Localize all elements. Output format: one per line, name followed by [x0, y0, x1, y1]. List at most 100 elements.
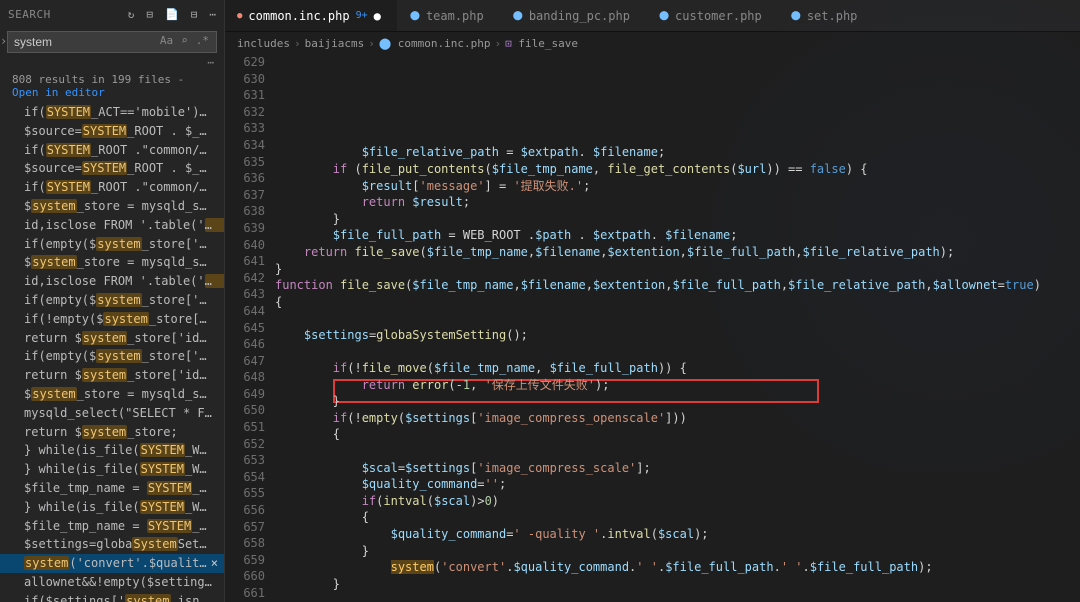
- results-count: 808 results in 199 files: [12, 73, 171, 86]
- search-result-item[interactable]: $file_tmp_name = SYSTEM_WEBROOT . $path …: [0, 517, 224, 536]
- search-result-item[interactable]: id,isclose FROM '.table('system_store').…: [0, 216, 224, 235]
- results-summary: 808 results in 199 files - Open in edito…: [0, 69, 224, 103]
- search-result-item[interactable]: system('convert'.$quality_command.' '.$f…: [0, 554, 224, 573]
- editor-tab[interactable]: ⬤set.php: [779, 0, 875, 31]
- search-result-item[interactable]: allownet&&!empty($settings['system_isnet…: [0, 573, 224, 592]
- code-line[interactable]: return $result;: [275, 194, 1080, 211]
- line-number: 640: [225, 237, 265, 254]
- line-number: 660: [225, 568, 265, 585]
- match-word-icon[interactable]: ⌕: [178, 34, 191, 47]
- editor-tab[interactable]: ●common.inc.php9+●: [225, 0, 398, 31]
- editor-tab[interactable]: ⬤team.php: [398, 0, 501, 31]
- tab-label: set.php: [807, 9, 858, 23]
- line-number: 650: [225, 402, 265, 419]
- code-line[interactable]: if (file_put_contents($file_tmp_name, fi…: [275, 161, 1080, 178]
- line-number: 632: [225, 104, 265, 121]
- search-result-item[interactable]: if(empty($system_store['id'])): [0, 291, 224, 310]
- code-line[interactable]: [275, 344, 1080, 361]
- code-line[interactable]: if(!empty($settings['image_compress_open…: [275, 410, 1080, 427]
- breadcrumb-item[interactable]: ⬤ common.inc.php: [379, 37, 491, 50]
- collapse-icon[interactable]: ⊟: [191, 8, 198, 21]
- expand-icon[interactable]: ›: [0, 34, 7, 48]
- search-result-item[interactable]: if($settings['system_isnetattach']==1): [0, 592, 224, 602]
- code-line[interactable]: [275, 310, 1080, 327]
- search-result-item[interactable]: $system_store = mysqld_select("SELECT * …: [0, 385, 224, 404]
- search-result-item[interactable]: id,isclose FROM '.table('system_store').…: [0, 272, 224, 291]
- line-number: 633: [225, 120, 265, 137]
- search-sidebar: SEARCH ↻ ⊟ 📄 ⊟ ⋯ › Aa ⌕ .* ⋯ 808 results…: [0, 0, 225, 602]
- code-area[interactable]: 6296306316326336346356366376386396406416…: [225, 54, 1080, 602]
- line-number: 631: [225, 87, 265, 104]
- search-result-item[interactable]: if(SYSTEM_ROOT ."common/template/mo...: [0, 141, 224, 160]
- search-result-item[interactable]: $source=SYSTEM_ROOT . $_CMS['module']."/…: [0, 159, 224, 178]
- regex-icon[interactable]: .*: [193, 34, 212, 47]
- new-search-icon[interactable]: 📄: [165, 8, 179, 21]
- clear-icon[interactable]: ⊟: [146, 8, 153, 21]
- code-line[interactable]: $quality_command=' -quality '.intval($sc…: [275, 526, 1080, 543]
- line-number: 659: [225, 552, 265, 569]
- code-line[interactable]: }: [275, 576, 1080, 593]
- breadcrumb[interactable]: includes›baijiacms›⬤ common.inc.php›⊡ fi…: [225, 32, 1080, 54]
- tab-label: banding_pc.php: [529, 9, 630, 23]
- code-line[interactable]: $file_full_path = WEB_ROOT .$path . $ext…: [275, 227, 1080, 244]
- code-line[interactable]: }: [275, 211, 1080, 228]
- more-icon[interactable]: ⋯: [209, 8, 216, 21]
- code-line[interactable]: return file_save($file_tmp_name,$filenam…: [275, 244, 1080, 261]
- code-line[interactable]: return error(-1, '保存上传文件失败');: [275, 377, 1080, 394]
- line-number: 647: [225, 353, 265, 370]
- search-result-item[interactable]: } while(is_file(SYSTEM_WEBROOT . $path .…: [0, 498, 224, 517]
- search-result-item[interactable]: return $system_store['id'];: [0, 366, 224, 385]
- code-line[interactable]: }: [275, 543, 1080, 560]
- search-result-item[interactable]: $settings=globaSystemSetting();: [0, 535, 224, 554]
- open-in-editor-link[interactable]: Open in editor: [12, 86, 105, 99]
- code-line[interactable]: [275, 443, 1080, 460]
- code-content[interactable]: $file_relative_path = $extpath. $filenam…: [275, 54, 1080, 602]
- search-result-item[interactable]: if(!empty($system_store['isclose'])): [0, 310, 224, 329]
- search-result-item[interactable]: $source=SYSTEM_ROOT . $_CMS['module']."/…: [0, 122, 224, 141]
- code-line[interactable]: $quality_command='';: [275, 476, 1080, 493]
- breadcrumb-item[interactable]: baijiacms: [305, 37, 365, 50]
- search-result-item[interactable]: mysqld_select("SELECT * FROM '.table('sy…: [0, 404, 224, 423]
- code-line[interactable]: {: [275, 294, 1080, 311]
- search-result-item[interactable]: $system_store = mysqld_select('SELECT id…: [0, 253, 224, 272]
- refresh-icon[interactable]: ↻: [128, 8, 135, 21]
- breadcrumb-item[interactable]: includes: [237, 37, 290, 50]
- breadcrumb-item[interactable]: ⊡ file_save: [505, 37, 578, 50]
- editor-tab[interactable]: ⬤banding_pc.php: [501, 0, 647, 31]
- code-line[interactable]: system('convert'.$quality_command.' '.$f…: [275, 559, 1080, 576]
- editor-area: ●common.inc.php9+●⬤team.php⬤banding_pc.p…: [225, 0, 1080, 602]
- results-list[interactable]: if(SYSTEM_ACT=='mobile') {$source=SYSTEM…: [0, 103, 224, 602]
- code-line[interactable]: {: [275, 426, 1080, 443]
- search-result-item[interactable]: if(SYSTEM_ACT=='mobile') {: [0, 103, 224, 122]
- line-number: 652: [225, 436, 265, 453]
- search-result-item[interactable]: $file_tmp_name = SYSTEM_WEBROOT . $path …: [0, 479, 224, 498]
- tab-label: common.inc.php: [248, 9, 349, 23]
- code-line[interactable]: }: [275, 261, 1080, 278]
- search-result-item[interactable]: } while(is_file(SYSTEM_WEBROOT . $path .…: [0, 460, 224, 479]
- code-line[interactable]: if(intval($scal)>0): [275, 493, 1080, 510]
- code-line[interactable]: [275, 592, 1080, 602]
- code-line[interactable]: function file_save($file_tmp_name,$filen…: [275, 277, 1080, 294]
- search-result-item[interactable]: $system_store = mysqld_select('SELECT id…: [0, 197, 224, 216]
- search-result-item[interactable]: if(empty($system_store['isclose'])): [0, 347, 224, 366]
- code-line[interactable]: $file_relative_path = $extpath. $filenam…: [275, 144, 1080, 161]
- search-result-item[interactable]: return $system_store;: [0, 423, 224, 442]
- search-result-item[interactable]: } while(is_file(SYSTEM_WEBROOT . $path .…: [0, 441, 224, 460]
- code-line[interactable]: }: [275, 393, 1080, 410]
- search-result-item[interactable]: return $system_store['id'];: [0, 329, 224, 348]
- editor-tab[interactable]: ⬤customer.php: [647, 0, 779, 31]
- search-result-item[interactable]: if(SYSTEM_ROOT ."common/template/web...: [0, 178, 224, 197]
- close-icon[interactable]: ×: [211, 555, 218, 572]
- line-number: 641: [225, 253, 265, 270]
- code-line[interactable]: {: [275, 509, 1080, 526]
- code-line[interactable]: if(!file_move($file_tmp_name, $file_full…: [275, 360, 1080, 377]
- file-icon: ●: [237, 11, 242, 21]
- code-line[interactable]: $settings=globaSystemSetting();: [275, 327, 1080, 344]
- code-line[interactable]: $result['message'] = '提取失败.';: [275, 178, 1080, 195]
- sidebar-action-icons: ↻ ⊟ 📄 ⊟ ⋯: [128, 8, 216, 21]
- file-icon: ⬤: [410, 11, 420, 21]
- match-case-icon[interactable]: Aa: [157, 34, 176, 47]
- code-line[interactable]: $scal=$settings['image_compress_scale'];: [275, 460, 1080, 477]
- search-result-item[interactable]: if(empty($system_store['id'])): [0, 235, 224, 254]
- search-extra-icon[interactable]: ⋯: [0, 56, 224, 69]
